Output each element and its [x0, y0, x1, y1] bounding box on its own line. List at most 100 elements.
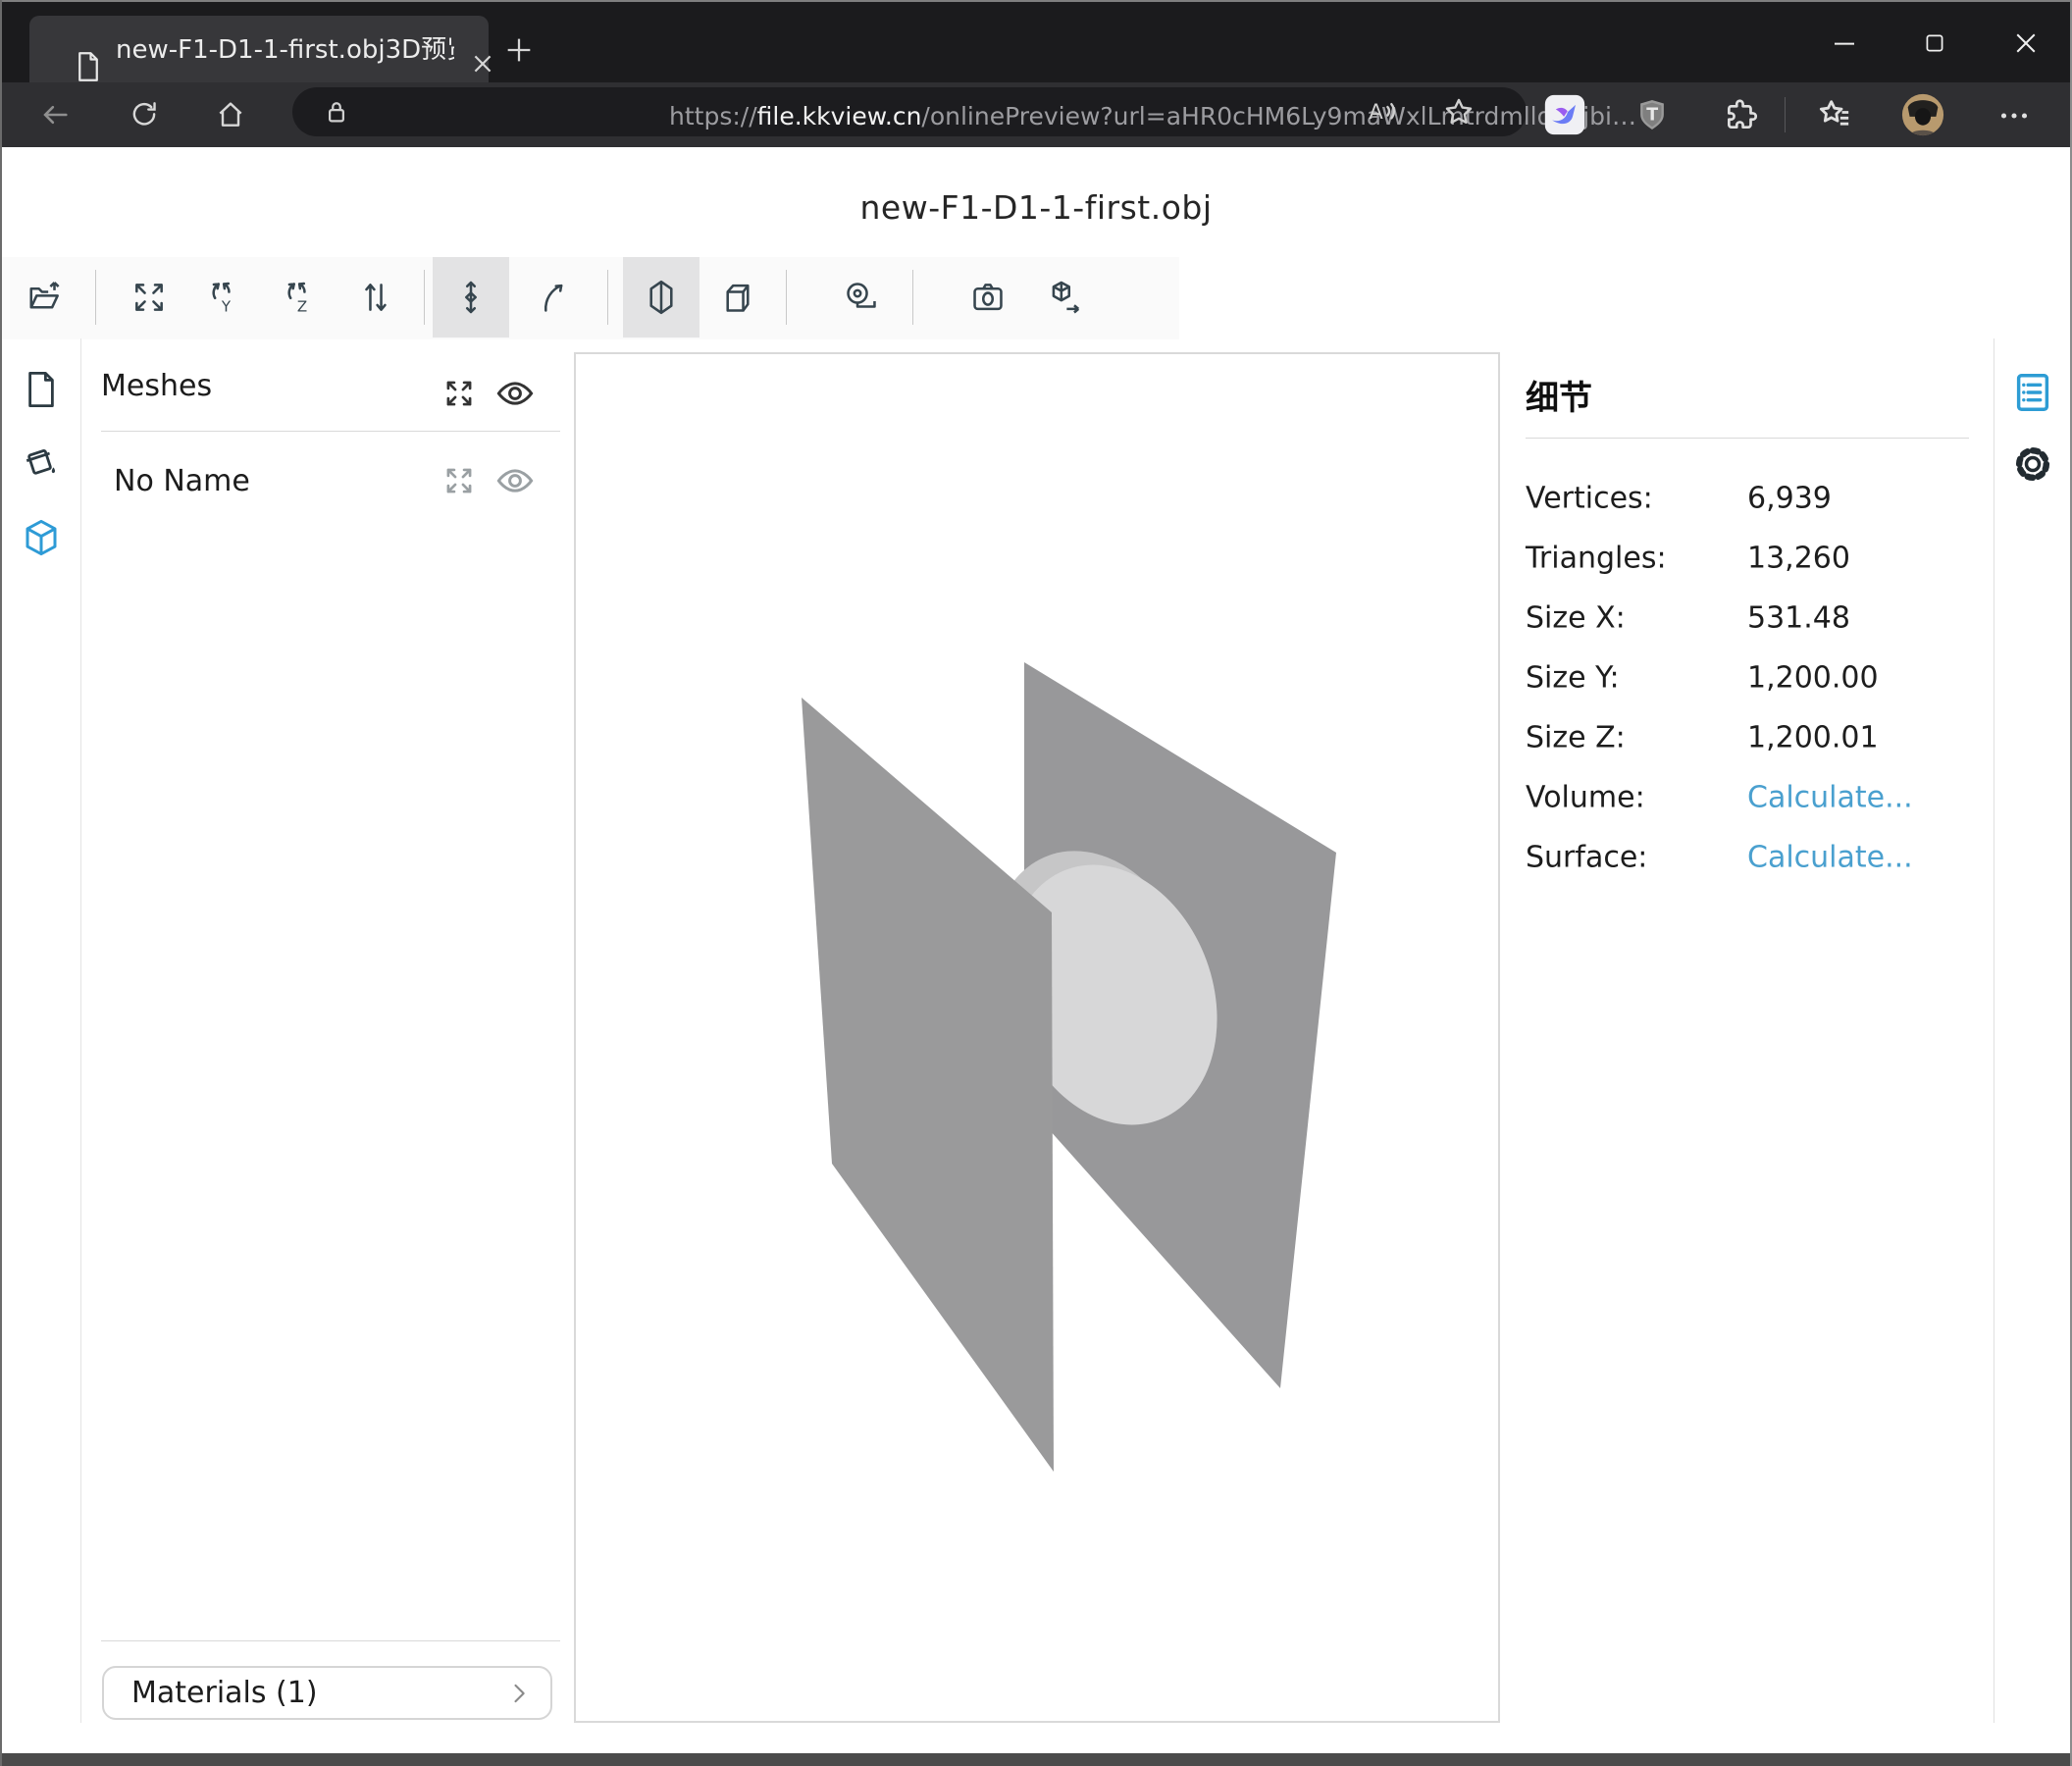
calculate-volume-link[interactable]: Calculate...: [1747, 780, 1913, 814]
tab-close-icon[interactable]: [470, 51, 495, 77]
window-maximize-button[interactable]: [1922, 30, 1947, 56]
model-canvas[interactable]: [574, 352, 1500, 1723]
window-close-button[interactable]: [2011, 28, 2041, 58]
details-header-divider: [1526, 438, 1969, 439]
lock-icon[interactable]: [322, 97, 351, 127]
detail-value: 6,939: [1747, 481, 1832, 515]
details-table: Vertices: 6,939 Triangles: 13,260 Size X…: [1526, 468, 1972, 887]
axis-up-icon: [452, 279, 490, 316]
details-row-size-z: Size Z: 1,200.01: [1526, 707, 1972, 767]
profile-avatar[interactable]: [1900, 92, 1945, 137]
url-path: /onlinePreview?url=aHR0cHM6Ly9maWxlLmtrd…: [921, 102, 1636, 130]
details-row-triangles: Triangles: 13,260: [1526, 528, 1972, 588]
svg-text:A: A: [1369, 100, 1383, 125]
detail-value: 13,260: [1747, 541, 1850, 575]
detail-label: Size Z:: [1526, 720, 1626, 754]
tab-favicon-document-icon: [74, 50, 103, 83]
refresh-icon[interactable]: [129, 99, 160, 130]
mesh-item-name: No Name: [114, 464, 250, 498]
page-title: new-F1-D1-1-first.obj: [2, 188, 2070, 227]
detail-value: 531.48: [1747, 600, 1850, 635]
detail-value: 1,200.01: [1747, 720, 1879, 754]
materials-panel-icon[interactable]: [21, 441, 62, 482]
detail-label: Triangles:: [1526, 541, 1667, 575]
window-minimize-button[interactable]: [1830, 28, 1859, 58]
export-box-icon: [1046, 279, 1083, 316]
rotate-up-z-button[interactable]: Z: [262, 257, 338, 338]
read-aloud-icon[interactable]: A: [1365, 95, 1398, 129]
rotate-y-icon: Y: [206, 279, 243, 316]
rotate-z-icon: Z: [282, 279, 319, 316]
url-text[interactable]: https://file.kkview.cn/onlinePreview?url…: [669, 96, 1636, 137]
details-list-icon[interactable]: [2010, 370, 2055, 415]
extension-shield-t-icon[interactable]: T: [1633, 96, 1671, 133]
viewer-page: new-F1-D1-1-first.obj Y Z: [2, 147, 2070, 1753]
details-row-size-x: Size X: 531.48: [1526, 588, 1972, 648]
collections-star-icon[interactable]: [1815, 95, 1854, 134]
toolbar-divider: [786, 270, 787, 325]
chevron-right-icon: [505, 1680, 533, 1707]
solid-shape-icon: [643, 279, 680, 316]
url-host: file.kkview.cn: [757, 102, 922, 130]
favorite-star-icon[interactable]: [1442, 95, 1476, 129]
mesh-list-item[interactable]: No Name: [101, 451, 560, 512]
expand-all-icon[interactable]: [440, 375, 478, 412]
meshes-header-divider: [101, 431, 560, 432]
mesh-visibility-eye-icon[interactable]: [494, 460, 536, 501]
detail-label: Surface:: [1526, 840, 1647, 874]
snapshot-button[interactable]: [950, 257, 1026, 338]
flip-arrows-icon: [357, 279, 394, 316]
orbit-curve-icon: [536, 279, 573, 316]
left-plane-mesh: [802, 698, 1054, 1472]
3d-model-render: [576, 354, 1498, 1721]
folder-open-icon: [26, 279, 64, 316]
extension-bird-icon[interactable]: [1543, 93, 1586, 136]
url-scheme: https://: [669, 102, 757, 130]
toolbar-divider: [912, 270, 913, 325]
free-orbit-button[interactable]: [516, 257, 593, 338]
fit-mesh-icon[interactable]: [440, 462, 478, 499]
new-tab-button[interactable]: [502, 33, 536, 67]
wireframe-box-button[interactable]: [699, 257, 776, 338]
materials-section-divider: [101, 1640, 560, 1641]
file-panel-icon[interactable]: [21, 369, 62, 410]
measure-button[interactable]: [823, 257, 900, 338]
set-up-vector-button[interactable]: [433, 257, 509, 338]
viewer-toolbar: Y Z: [2, 257, 1179, 339]
open-file-button[interactable]: [7, 257, 83, 338]
browser-tab[interactable]: new-F1-D1-1-first.obj3D预览: [29, 16, 489, 84]
details-row-vertices: Vertices: 6,939: [1526, 468, 1972, 528]
details-row-volume: Volume: Calculate...: [1526, 767, 1972, 827]
detail-label: Size Y:: [1526, 660, 1620, 695]
toolbar-separator: [1785, 97, 1786, 132]
materials-button-label: Materials (1): [131, 1668, 318, 1718]
calculate-surface-link[interactable]: Calculate...: [1747, 840, 1913, 874]
settings-gear-icon[interactable]: [2010, 442, 2055, 487]
browser-menu-dots-icon[interactable]: [1996, 98, 2032, 133]
camera-icon: [969, 279, 1007, 316]
solid-shading-button[interactable]: [623, 257, 699, 338]
address-bar[interactable]: https://file.kkview.cn/onlinePreview?url…: [292, 87, 1527, 136]
extensions-puzzle-icon[interactable]: [1723, 96, 1760, 133]
window-left-border: [0, 0, 2, 1766]
svg-text:T: T: [1646, 106, 1658, 126]
detail-label: Size X:: [1526, 600, 1626, 635]
tab-title: new-F1-D1-1-first.obj3D预览: [116, 16, 454, 84]
show-hide-all-eye-icon[interactable]: [494, 373, 536, 414]
detail-label: Vertices:: [1526, 481, 1653, 515]
flip-vertical-button[interactable]: [337, 257, 414, 338]
materials-button[interactable]: Materials (1): [102, 1666, 552, 1720]
meshes-panel-title: Meshes: [101, 369, 212, 403]
measure-tape-icon: [843, 279, 880, 316]
left-strip-divider: [80, 338, 81, 1723]
home-icon[interactable]: [215, 99, 246, 130]
rotate-up-y-button[interactable]: Y: [186, 257, 263, 338]
browser-toolbar: https://file.kkview.cn/onlinePreview?url…: [0, 82, 2072, 147]
model-cube-icon[interactable]: [21, 517, 62, 558]
fit-to-window-button[interactable]: [111, 257, 187, 338]
back-icon[interactable]: [38, 98, 72, 131]
details-row-size-y: Size Y: 1,200.00: [1526, 648, 1972, 707]
export-model-button[interactable]: [1026, 257, 1103, 338]
details-row-surface: Surface: Calculate...: [1526, 827, 1972, 887]
svg-text:Y: Y: [221, 297, 232, 315]
